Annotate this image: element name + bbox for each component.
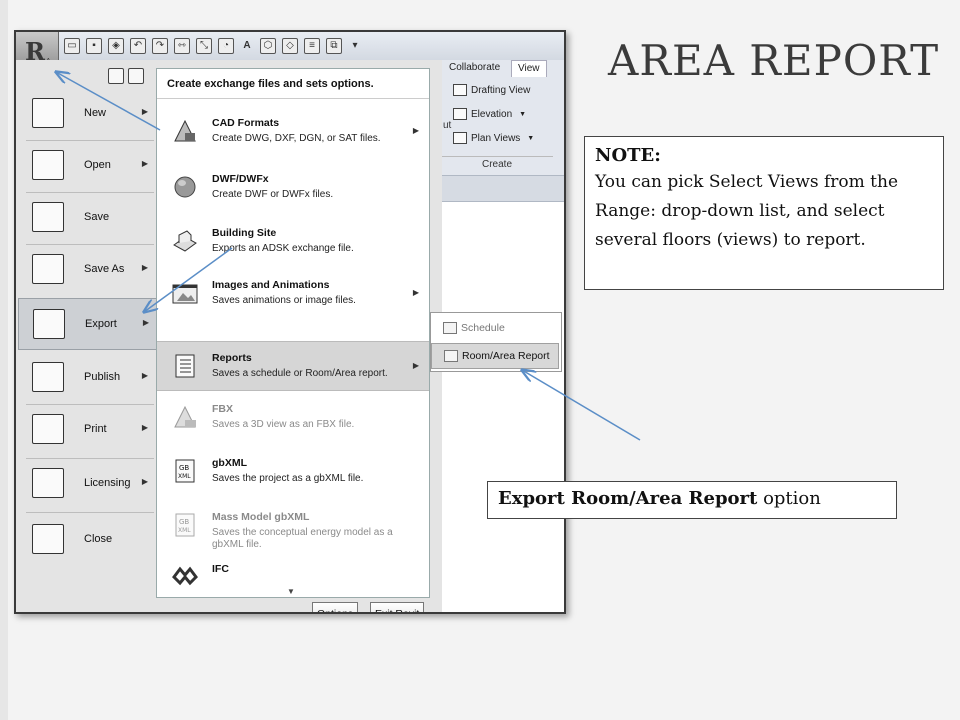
annotation-arrows bbox=[0, 0, 641, 441]
arrow-to-room-area-report bbox=[522, 370, 641, 441]
arrow-to-app-button bbox=[56, 72, 161, 131]
arrow-to-export bbox=[144, 247, 233, 312]
